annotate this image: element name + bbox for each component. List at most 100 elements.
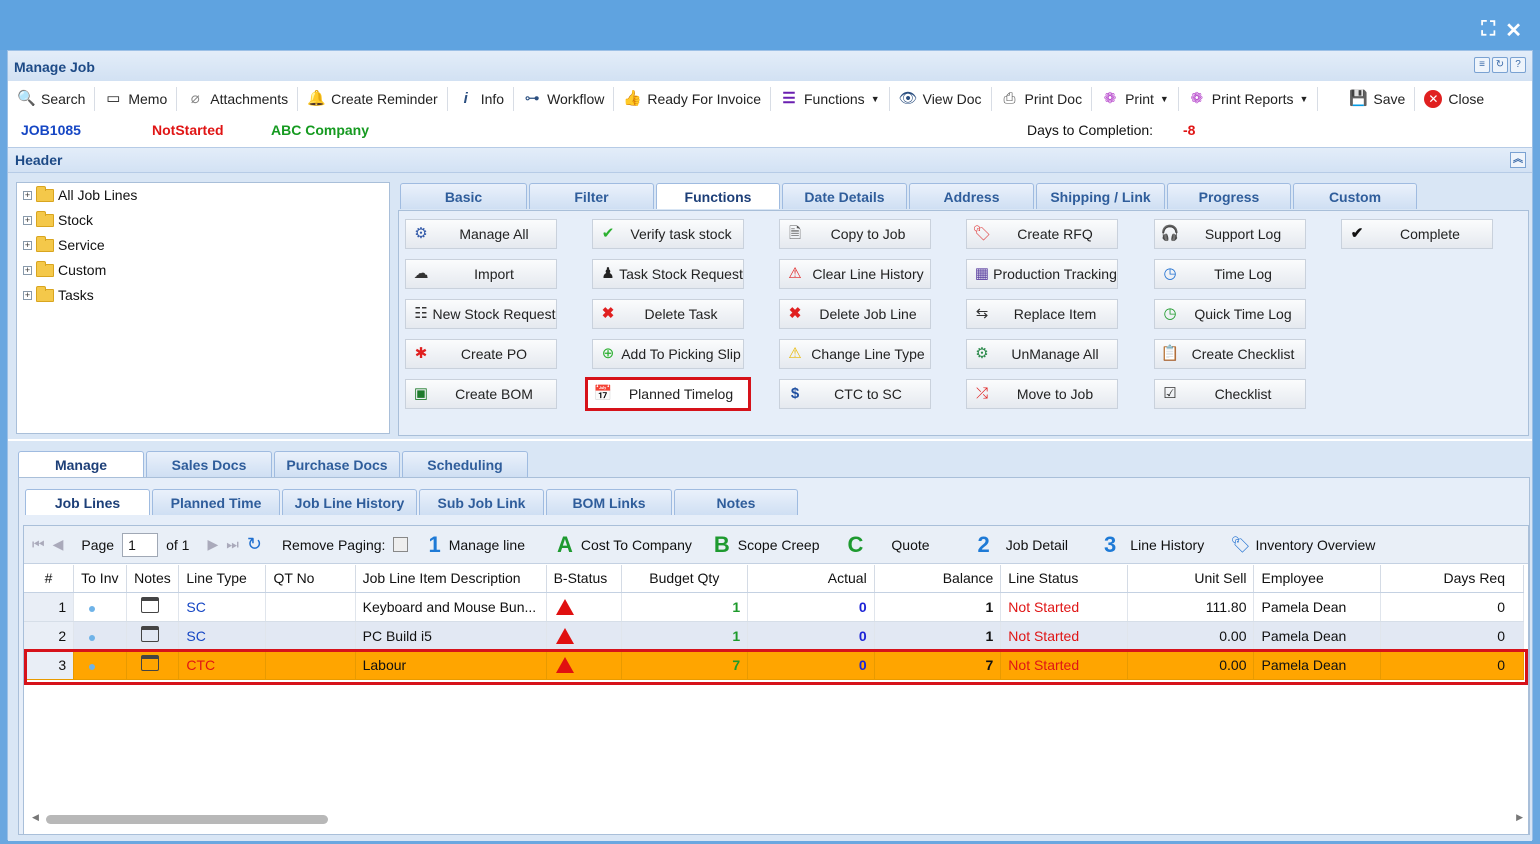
expand-plus-icon[interactable]: +: [23, 290, 32, 300]
next-page-icon[interactable]: ▶: [207, 536, 218, 553]
col-line-type[interactable]: Line Type: [178, 565, 267, 593]
tab-shipping-link[interactable]: Shipping / Link: [1036, 183, 1165, 209]
replace-item-button[interactable]: ⇆ Replace Item: [966, 299, 1118, 329]
copy-to-job-button[interactable]: 🗎 Copy to Job: [779, 219, 931, 249]
remove-paging-checkbox[interactable]: [393, 537, 409, 552]
delete-task-button[interactable]: ✖ Delete Task: [592, 299, 744, 329]
clear-line-history-button[interactable]: ⚠ Clear Line History: [779, 259, 931, 289]
workflow-button[interactable]: ⊶ Workflow: [514, 87, 615, 111]
first-page-icon[interactable]: ⏮: [32, 536, 45, 553]
tab-bom-links[interactable]: BOM Links: [546, 489, 672, 515]
import-button[interactable]: ☁ Import: [405, 259, 557, 289]
tab-planned-time[interactable]: Planned Time: [152, 489, 280, 515]
col-employee[interactable]: Employee: [1253, 565, 1382, 593]
refresh-icon[interactable]: ↻: [1492, 57, 1508, 73]
search-button[interactable]: 🔍 Search: [8, 87, 96, 111]
status-dot-icon[interactable]: [89, 605, 96, 612]
scrollbar-thumb[interactable]: [46, 815, 328, 824]
col-line-status[interactable]: Line Status: [1000, 565, 1128, 593]
collapse-icon[interactable]: ︽: [1510, 152, 1526, 168]
expand-plus-icon[interactable]: +: [23, 265, 32, 275]
expand-plus-icon[interactable]: +: [23, 190, 32, 200]
create-rfq-button[interactable]: 🏷 Create RFQ: [966, 219, 1118, 249]
print-reports-menu-button[interactable]: ❁ Print Reports ▼: [1179, 87, 1319, 111]
tab-custom[interactable]: Custom: [1293, 183, 1417, 209]
tree-item-custom[interactable]: + Custom: [23, 260, 106, 278]
tree-item-all-job-lines[interactable]: + All Job Lines: [23, 185, 137, 203]
ready-for-invoice-button[interactable]: 👍 Ready For Invoice: [614, 87, 771, 111]
functions-menu-button[interactable]: ☰ Functions ▼: [771, 87, 890, 111]
tab-filter[interactable]: Filter: [529, 183, 654, 209]
page-number-input[interactable]: 1: [122, 532, 159, 557]
prev-page-icon[interactable]: ◀: [53, 536, 64, 553]
production-tracking-button[interactable]: ▦ Production Tracking: [966, 259, 1118, 289]
ctc-to-sc-button[interactable]: $ CTC to SC: [779, 379, 931, 409]
unmanage-all-button[interactable]: ⚙ UnManage All: [966, 339, 1118, 369]
tab-job-line-history[interactable]: Job Line History: [282, 489, 417, 515]
verify-task-stock-button[interactable]: ✔ Verify task stock: [592, 219, 744, 249]
tab-address[interactable]: Address: [909, 183, 1034, 209]
table-row[interactable]: 2 SC PC Build i5 1 0 1 Not Started 0.00 …: [24, 621, 1524, 651]
refresh-icon[interactable]: ↻: [247, 534, 262, 555]
horizontal-scrollbar[interactable]: ◀ ▶: [30, 812, 1525, 826]
scroll-left-icon[interactable]: ◀: [32, 812, 39, 823]
help-icon[interactable]: ?: [1510, 57, 1526, 73]
col-b-status[interactable]: B-Status: [546, 565, 622, 593]
tab-manage[interactable]: Manage: [18, 451, 144, 477]
info-button[interactable]: i Info: [448, 87, 515, 111]
memo-button[interactable]: ▭ Memo: [95, 87, 178, 111]
tab-basic[interactable]: Basic: [400, 183, 527, 209]
attachments-button[interactable]: ⌀ Attachments: [177, 87, 299, 111]
tab-scheduling[interactable]: Scheduling: [402, 451, 528, 477]
tab-job-lines[interactable]: Job Lines: [25, 489, 150, 515]
close-icon[interactable]: ✕: [1505, 18, 1522, 43]
support-log-button[interactable]: 🎧 Support Log: [1154, 219, 1306, 249]
delete-job-line-button[interactable]: ✖ Delete Job Line: [779, 299, 931, 329]
tree-item-stock[interactable]: + Stock: [23, 210, 93, 228]
expand-plus-icon[interactable]: +: [23, 215, 32, 225]
tab-sub-job-link[interactable]: Sub Job Link: [419, 489, 544, 515]
view-doc-button[interactable]: 👁 View Doc: [890, 87, 992, 111]
save-button[interactable]: 💾 Save: [1340, 87, 1416, 111]
calendar-icon[interactable]: [141, 626, 160, 642]
list-icon[interactable]: ≡: [1474, 57, 1490, 73]
manage-all-button[interactable]: ⚙ Manage All: [405, 219, 557, 249]
col-description[interactable]: Job Line Item Description: [355, 565, 547, 593]
col-to-inv[interactable]: To Inv: [73, 565, 128, 593]
tab-notes[interactable]: Notes: [674, 489, 798, 515]
tree-item-service[interactable]: + Service: [23, 235, 105, 253]
close-button[interactable]: ✕ Close: [1415, 87, 1493, 111]
tab-functions[interactable]: Functions: [656, 183, 780, 209]
tab-date-details[interactable]: Date Details: [782, 183, 907, 209]
create-reminder-button[interactable]: 🔔 Create Reminder: [298, 87, 448, 111]
planned-timelog-button[interactable]: 📅 Planned Timelog: [585, 377, 751, 411]
expand-plus-icon[interactable]: +: [23, 240, 32, 250]
scroll-right-icon[interactable]: ▶: [1516, 812, 1523, 823]
create-po-button[interactable]: ✱ Create PO: [405, 339, 557, 369]
tree-item-tasks[interactable]: + Tasks: [23, 285, 94, 303]
tab-purchase-docs[interactable]: Purchase Docs: [274, 451, 400, 477]
tab-progress[interactable]: Progress: [1167, 183, 1291, 209]
create-bom-button[interactable]: ▣ Create BOM: [405, 379, 557, 409]
time-log-button[interactable]: ◷ Time Log: [1154, 259, 1306, 289]
add-to-picking-slip-button[interactable]: ⊕ Add To Picking Slip: [592, 339, 744, 369]
move-to-job-button[interactable]: ⤮ Move to Job: [966, 379, 1118, 409]
create-checklist-button[interactable]: 📋 Create Checklist: [1154, 339, 1306, 369]
col-notes[interactable]: Notes: [126, 565, 180, 593]
col-qt-no[interactable]: QT No: [265, 565, 356, 593]
quick-time-log-button[interactable]: ◷ Quick Time Log: [1154, 299, 1306, 329]
checklist-button[interactable]: ☑ Checklist: [1154, 379, 1306, 409]
col-actual[interactable]: Actual: [747, 565, 875, 593]
col-budget-qty[interactable]: Budget Qty: [621, 565, 749, 593]
task-stock-request-button[interactable]: ♟ Task Stock Request: [592, 259, 744, 289]
print-menu-button[interactable]: ❁ Print ▼: [1092, 87, 1179, 111]
col-unit-sell[interactable]: Unit Sell: [1127, 565, 1255, 593]
col-days-req[interactable]: Days Req: [1380, 565, 1524, 593]
col-balance[interactable]: Balance: [874, 565, 1002, 593]
tab-sales-docs[interactable]: Sales Docs: [146, 451, 272, 477]
table-row[interactable]: 1 SC Keyboard and Mouse Bun... 1 0 1 Not…: [24, 592, 1524, 622]
change-line-type-button[interactable]: ⚠ Change Line Type: [779, 339, 931, 369]
calendar-icon[interactable]: [141, 597, 160, 613]
print-doc-button[interactable]: ⎙ Print Doc: [992, 87, 1093, 111]
inventory-overview-button[interactable]: 🏷 Inventory Overview: [1230, 535, 1375, 555]
